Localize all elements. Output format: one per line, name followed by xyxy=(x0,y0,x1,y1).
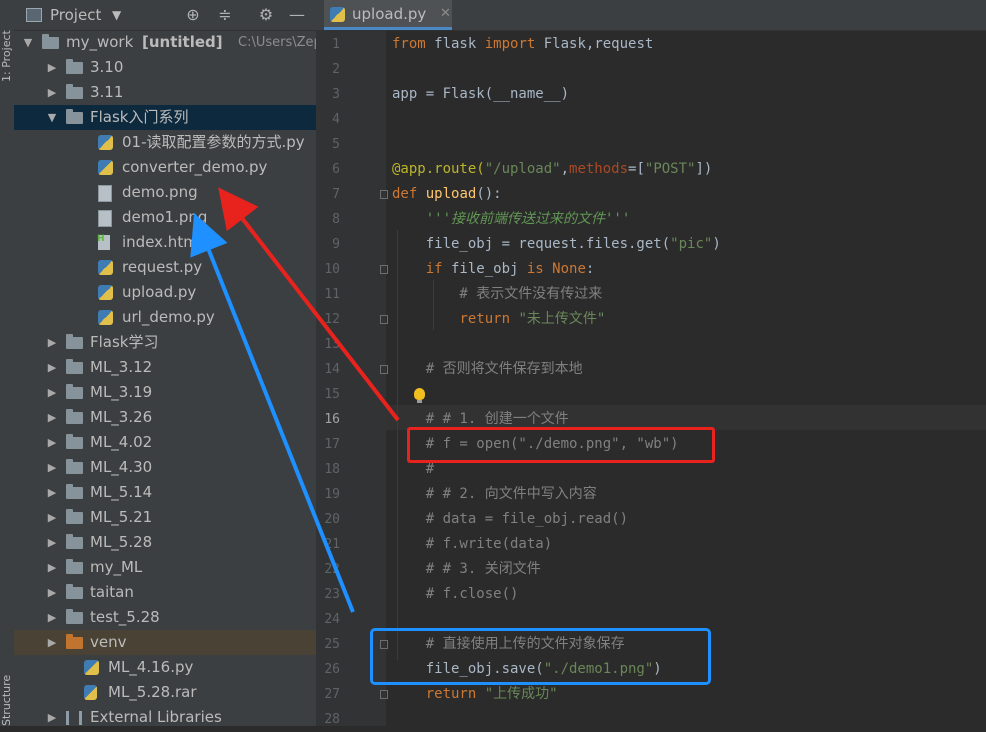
annotation-arrows xyxy=(190,187,400,613)
red-arrow xyxy=(218,187,400,422)
blue-arrow xyxy=(190,213,355,613)
